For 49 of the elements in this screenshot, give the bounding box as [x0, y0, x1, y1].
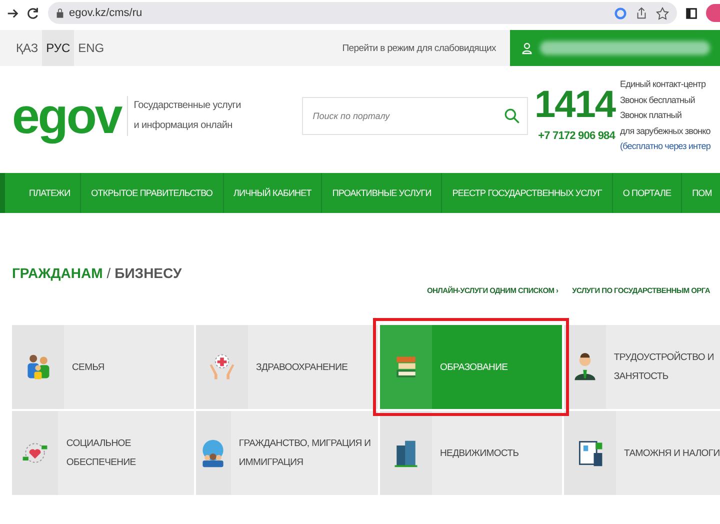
- tile-label: ТАМОЖНЯ И НАЛОГИ: [623, 446, 720, 460]
- tile-label: СОЦИАЛЬНОЕ ОБЕСПЕЧЕНИЕ: [65, 437, 137, 470]
- tile-label: ТРУДОУСТРОЙСТВО И ЗАНЯТОСТЬ: [612, 350, 715, 384]
- hands-cross-icon: [207, 352, 237, 382]
- sidebar-icon[interactable]: [685, 6, 698, 20]
- contact-text: Звонок платный: [620, 109, 682, 122]
- category-tile[interactable]: НЕДВИЖИМОСТЬ: [380, 411, 562, 495]
- nav-item[interactable]: ЛИЧНЫЙ КАБИНЕТ: [224, 173, 322, 213]
- tile-label: ГРАЖДАНСТВО, МИГРАЦИЯ И ИММИГРАЦИЯ: [238, 437, 372, 470]
- category-tile[interactable]: ЗДРАВООХРАНЕНИЕ: [196, 325, 378, 409]
- category-tile[interactable]: СОЦИАЛЬНОЕ ОБЕСПЕЧЕНИЕ: [12, 411, 194, 495]
- nav-item[interactable]: ПОМ: [682, 173, 720, 213]
- tile-label: ЗДРАВООХРАНЕНИЕ: [255, 360, 349, 374]
- nav-item[interactable]: ОТКРЫТОЕ ПРАВИТЕЛЬСТВО: [81, 173, 224, 213]
- category-tile[interactable]: ОБРАЗОВАНИЕ: [380, 325, 562, 409]
- contact-text: (бесплатно через интер: [620, 140, 712, 154]
- contact-text: Единый контакт-центр: [620, 78, 707, 92]
- tile-label: НЕДВИЖИМОСТЬ: [439, 446, 520, 460]
- star-icon[interactable]: [656, 6, 669, 20]
- lock-icon: [56, 8, 64, 18]
- forward-icon[interactable]: [6, 6, 19, 20]
- user-icon: [522, 42, 532, 54]
- share-icon[interactable]: [635, 6, 648, 20]
- address-bar[interactable]: egov.kz/cms/ru: [48, 2, 677, 24]
- separator: /: [106, 265, 111, 281]
- business-tab[interactable]: БИЗНЕСУ: [114, 265, 182, 281]
- contact-text: Звонок бесплатный: [620, 94, 696, 107]
- reload-icon[interactable]: [27, 6, 40, 20]
- tile-label: ОБРАЗОВАНИЕ: [439, 360, 509, 374]
- language-tab[interactable]: РУС: [42, 30, 74, 66]
- nav-item[interactable]: ПЛАТЕЖИ: [19, 173, 82, 213]
- category-tile[interactable]: СЕМЬЯ: [12, 325, 194, 409]
- accessibility-link[interactable]: Перейти в режим для слабовидящих: [342, 30, 510, 66]
- search-icon[interactable]: [504, 108, 520, 124]
- tile-label: СЕМЬЯ: [71, 360, 106, 374]
- nav-item[interactable]: РЕЕСТР ГОСУДАРСТВЕННЫХ УСЛУГ: [442, 173, 613, 213]
- category-tile[interactable]: ГРАЖДАНСТВО, МИГРАЦИЯ И ИММИГРАЦИЯ: [196, 411, 378, 495]
- nav-item[interactable]: О ПОРТАЛЕ: [612, 173, 682, 213]
- tagline: Государственные услуги и информация онлайн: [126, 96, 274, 136]
- language-tab[interactable]: ENG: [74, 30, 108, 66]
- phone-number[interactable]: +7 7172 906 984: [538, 130, 615, 142]
- category-tile[interactable]: ТРУДОУСТРОЙСТВО И ЗАНЯТОСТЬ: [564, 325, 720, 409]
- nav-item[interactable]: ПРОАКТИВНЫЕ УСЛУГИ: [322, 173, 442, 213]
- citizens-tab[interactable]: ГРАЖДАНАМ: [12, 265, 103, 281]
- contact-text: для зарубежных звонко: [620, 124, 712, 138]
- language-tab[interactable]: ҚАЗ: [12, 30, 42, 66]
- search-field[interactable]: Поиск по порталу: [302, 97, 528, 135]
- category-tile[interactable]: ТАМОЖНЯ И НАЛОГИ: [564, 411, 720, 495]
- contact-number[interactable]: 1414: [534, 86, 615, 124]
